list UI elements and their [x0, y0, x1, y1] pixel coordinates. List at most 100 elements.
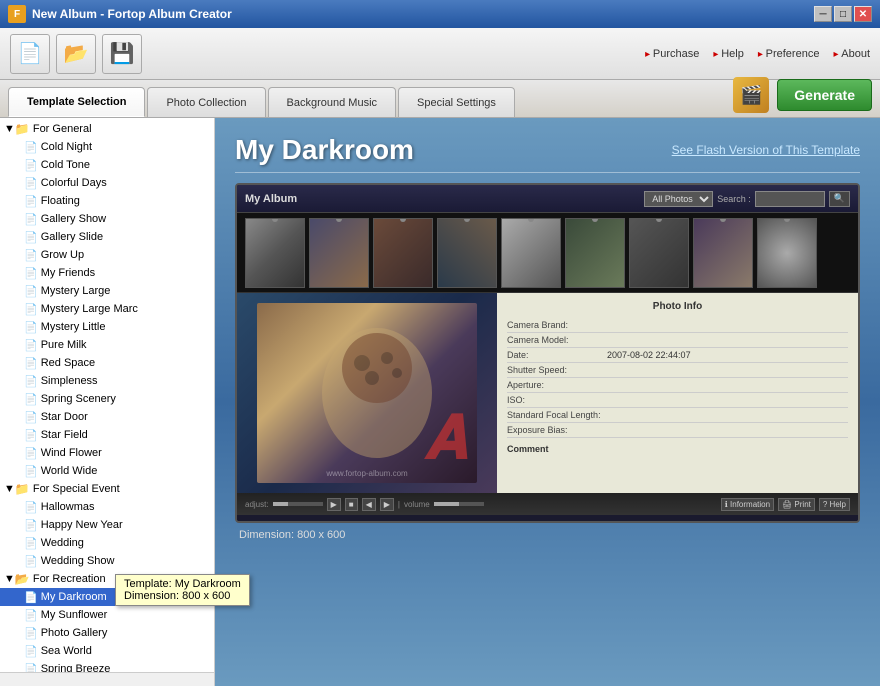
app-icon: F — [8, 5, 26, 23]
tree-item-my-friends[interactable]: 📄My Friends — [0, 264, 214, 282]
group-general[interactable]: ▼ 📁 For General — [0, 120, 214, 138]
tree-item-colorful-days[interactable]: 📄Colorful Days — [0, 174, 214, 192]
photo-thumb-4[interactable] — [437, 218, 497, 288]
generate-button[interactable]: Generate — [777, 79, 872, 111]
photo-info-exposure-bias: Exposure Bias: — [507, 423, 848, 438]
tree-item-hallowmas[interactable]: 📄Hallowmas — [0, 498, 214, 516]
album-preview-inner: My Album All Photos Search : 🔍 — [237, 185, 858, 521]
tab-bar: Template Selection Photo Collection Back… — [0, 80, 880, 118]
tab-template[interactable]: Template Selection — [8, 87, 145, 117]
tree-item-mystery-large[interactable]: 📄Mystery Large — [0, 282, 214, 300]
tree-item-floating[interactable]: 📄Floating — [0, 192, 214, 210]
adjust-slider[interactable] — [273, 502, 323, 506]
album-photos-dropdown[interactable]: All Photos — [644, 191, 713, 207]
preview-divider — [235, 172, 860, 173]
tree-item-wind-flower[interactable]: 📄Wind Flower — [0, 444, 214, 462]
tree-item-mystery-little[interactable]: 📄Mystery Little — [0, 318, 214, 336]
print-button[interactable]: 🖨 Print — [778, 498, 815, 511]
photo-watermark-letter: 𝐀 — [425, 404, 467, 473]
save-button[interactable]: 💾 — [102, 34, 142, 74]
album-search-input[interactable] — [755, 191, 825, 207]
tree-item-simpleness[interactable]: 📄Simpleness — [0, 372, 214, 390]
main-content: ▼ 📁 For General 📄Cold Night 📄Cold Tone 📄… — [0, 118, 880, 686]
tree-item-my-darkroom[interactable]: 📄My Darkroom — [0, 588, 214, 606]
tree-item-sea-world[interactable]: 📄Sea World — [0, 642, 214, 660]
photo-thumb-9[interactable] — [757, 218, 817, 288]
tree-item-world-wide[interactable]: 📄World Wide — [0, 462, 214, 480]
template-tree[interactable]: ▼ 📁 For General 📄Cold Night 📄Cold Tone 📄… — [0, 118, 214, 672]
photo-info-camera-model: Camera Model: — [507, 333, 848, 348]
info-button[interactable]: ℹ Information — [721, 498, 774, 511]
tree-item-photo-gallery[interactable]: 📄Photo Gallery — [0, 624, 214, 642]
tree-item-mystery-large-marc[interactable]: 📄Mystery Large Marc — [0, 300, 214, 318]
play-button[interactable]: ▶ — [327, 498, 341, 511]
photo-thumb-6[interactable] — [565, 218, 625, 288]
toolbar-right: Purchase Help Preference About — [645, 48, 870, 60]
photo-thumb-5[interactable] — [501, 218, 561, 288]
volume-slider[interactable] — [434, 502, 484, 506]
tree-item-cold-tone[interactable]: 📄Cold Tone — [0, 156, 214, 174]
photo-info-aperture: Aperture: — [507, 378, 848, 393]
tab-collection[interactable]: Photo Collection — [147, 87, 265, 117]
window-controls: ─ □ ✕ — [814, 6, 872, 22]
tree-item-star-field[interactable]: 📄Star Field — [0, 426, 214, 444]
photo-large-inner: 𝐀 www.fortop-album.com — [257, 303, 477, 483]
album-search-button[interactable]: 🔍 — [829, 191, 850, 207]
tab-background[interactable]: Background Music — [268, 87, 397, 117]
search-label: Search : — [717, 194, 751, 204]
photo-thumb-2[interactable] — [309, 218, 369, 288]
generate-icon: 🎬 — [733, 77, 769, 113]
tree-item-happy-new-year[interactable]: 📄Happy New Year — [0, 516, 214, 534]
open-button[interactable]: 📂 — [56, 34, 96, 74]
stop-button[interactable]: ■ — [345, 498, 358, 511]
purchase-link[interactable]: Purchase — [645, 48, 699, 60]
toolbar-left: 📄 📂 💾 — [10, 34, 142, 74]
tree-item-pure-milk[interactable]: 📄Pure Milk — [0, 336, 214, 354]
album-search-area: All Photos Search : 🔍 — [644, 191, 850, 207]
photo-info-date: Date: 2007-08-02 22:44:07 — [507, 348, 848, 363]
tree-item-cold-night[interactable]: 📄Cold Night — [0, 138, 214, 156]
window-title: New Album - Fortop Album Creator — [32, 7, 814, 21]
maximize-button[interactable]: □ — [834, 6, 852, 22]
photo-info-title: Photo Info — [507, 301, 848, 312]
photo-thumb-8[interactable] — [693, 218, 753, 288]
photo-info-focal-length: Standard Focal Length: — [507, 408, 848, 423]
help-link[interactable]: Help — [713, 48, 743, 60]
preference-link[interactable]: Preference — [758, 48, 820, 60]
group-recreation[interactable]: ▼ 📂 For Recreation — [0, 570, 214, 588]
left-panel: ▼ 📁 For General 📄Cold Night 📄Cold Tone 📄… — [0, 118, 215, 686]
toolbar: 📄 📂 💾 Purchase Help Preference About — [0, 28, 880, 80]
right-panel: My Darkroom See Flash Version of This Te… — [215, 118, 880, 686]
close-button[interactable]: ✕ — [854, 6, 872, 22]
dimension-text: Dimension: 800 x 600 — [235, 529, 860, 541]
photo-info-comment: Comment — [507, 444, 848, 454]
tree-item-my-sunflower[interactable]: 📄My Sunflower — [0, 606, 214, 624]
album-preview: My Album All Photos Search : 🔍 — [235, 183, 860, 523]
tree-item-gallery-slide[interactable]: 📄Gallery Slide — [0, 228, 214, 246]
photo-large[interactable]: 𝐀 www.fortop-album.com — [237, 293, 497, 493]
tree-item-red-space[interactable]: 📄Red Space — [0, 354, 214, 372]
tree-item-gallery-show[interactable]: 📄Gallery Show — [0, 210, 214, 228]
tree-item-spring-breeze[interactable]: 📄Spring Breeze — [0, 660, 214, 672]
prev-button[interactable]: ◀ — [362, 498, 376, 511]
tree-item-star-door[interactable]: 📄Star Door — [0, 408, 214, 426]
tree-item-spring-scenery[interactable]: 📄Spring Scenery — [0, 390, 214, 408]
new-button[interactable]: 📄 — [10, 34, 50, 74]
photo-thumb-7[interactable] — [629, 218, 689, 288]
photo-thumb-1[interactable] — [245, 218, 305, 288]
photo-thumb-3[interactable] — [373, 218, 433, 288]
flash-version-link[interactable]: See Flash Version of This Template — [672, 143, 860, 157]
photo-info-camera-brand: Camera Brand: — [507, 318, 848, 333]
preview-title: My Darkroom — [235, 134, 414, 166]
photo-strip — [237, 213, 858, 293]
minimize-button[interactable]: ─ — [814, 6, 832, 22]
group-special-event[interactable]: ▼ 📁 For Special Event — [0, 480, 214, 498]
tree-item-grow-up[interactable]: 📄Grow Up — [0, 246, 214, 264]
horizontal-scrollbar[interactable] — [0, 672, 214, 686]
tab-special[interactable]: Special Settings — [398, 87, 515, 117]
help-button[interactable]: ? Help — [819, 498, 850, 511]
next-button[interactable]: ▶ — [380, 498, 394, 511]
tree-item-wedding-show[interactable]: 📄Wedding Show — [0, 552, 214, 570]
tree-item-wedding[interactable]: 📄Wedding — [0, 534, 214, 552]
about-link[interactable]: About — [833, 48, 870, 60]
